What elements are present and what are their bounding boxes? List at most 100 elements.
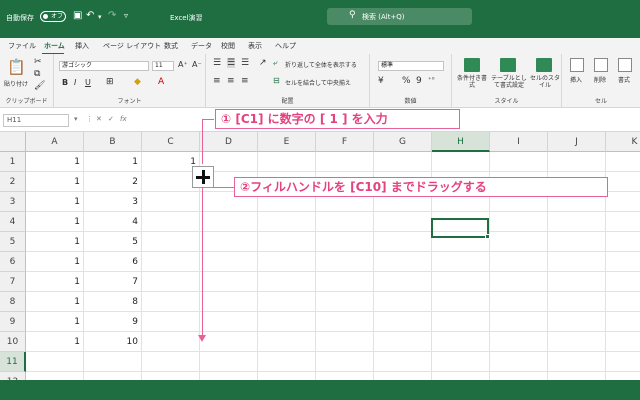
fill-color-icon[interactable]: ◆ (134, 77, 141, 87)
cell-a11[interactable] (26, 352, 84, 372)
cell-i11[interactable] (490, 352, 548, 372)
undo-dropdown-icon[interactable]: ▾ (98, 13, 102, 21)
delete-cells-button[interactable]: 削除 (594, 75, 606, 84)
row-header-10[interactable]: 10 (0, 332, 26, 352)
bold-icon[interactable]: B (62, 78, 68, 87)
conditional-format-icon[interactable] (464, 58, 480, 72)
cell-d12[interactable] (200, 372, 258, 380)
column-header-i[interactable]: I (490, 132, 548, 152)
cell-e10[interactable] (258, 332, 316, 352)
align-bottom-icon[interactable]: ☰ (241, 58, 249, 68)
row-header-3[interactable]: 3 (0, 192, 26, 212)
cell-d7[interactable] (200, 272, 258, 292)
cell-d6[interactable] (200, 252, 258, 272)
cell-d5[interactable] (200, 232, 258, 252)
cell-k7[interactable] (606, 272, 640, 292)
cell-h12[interactable] (432, 372, 490, 380)
cell-j11[interactable] (548, 352, 606, 372)
cell-i6[interactable] (490, 252, 548, 272)
cell-i1[interactable] (490, 152, 548, 172)
cell-f5[interactable] (316, 232, 374, 252)
cell-a2[interactable]: 1 (26, 172, 84, 192)
row-header-2[interactable]: 2 (0, 172, 26, 192)
customize-toolbar-icon[interactable]: ▿ (124, 11, 128, 20)
copy-icon[interactable]: ⧉ (34, 69, 40, 79)
cell-styles-icon[interactable] (536, 58, 552, 72)
save-icon[interactable]: ▣ (73, 10, 82, 21)
format-cells-icon[interactable] (618, 58, 632, 72)
cell-g8[interactable] (374, 292, 432, 312)
row-header-8[interactable]: 8 (0, 292, 26, 312)
comma-style-icon[interactable]: 9 (416, 76, 422, 86)
cell-j9[interactable] (548, 312, 606, 332)
cell-b6[interactable]: 6 (84, 252, 142, 272)
cell-j8[interactable] (548, 292, 606, 312)
cell-a8[interactable]: 1 (26, 292, 84, 312)
cell-e5[interactable] (258, 232, 316, 252)
cell-j4[interactable] (548, 212, 606, 232)
cell-a12[interactable] (26, 372, 84, 380)
cell-e11[interactable] (258, 352, 316, 372)
tab-data[interactable]: データ (191, 41, 212, 51)
cell-h9[interactable] (432, 312, 490, 332)
cell-j1[interactable] (548, 152, 606, 172)
cell-c12[interactable] (142, 372, 200, 380)
column-header-b[interactable]: B (84, 132, 142, 152)
borders-icon[interactable]: ⊞ (106, 77, 114, 87)
cell-i10[interactable] (490, 332, 548, 352)
cell-e7[interactable] (258, 272, 316, 292)
cell-k5[interactable] (606, 232, 640, 252)
cell-g11[interactable] (374, 352, 432, 372)
name-box[interactable]: H11 (3, 114, 69, 127)
column-header-g[interactable]: G (374, 132, 432, 152)
cell-j10[interactable] (548, 332, 606, 352)
cell-k4[interactable] (606, 212, 640, 232)
tab-help[interactable]: ヘルプ (275, 41, 296, 51)
cell-d8[interactable] (200, 292, 258, 312)
cell-c6[interactable] (142, 252, 200, 272)
tab-page-layout[interactable]: ページ レイアウト (103, 41, 161, 51)
cell-f10[interactable] (316, 332, 374, 352)
align-top-icon[interactable]: ☰ (213, 58, 221, 68)
cell-k10[interactable] (606, 332, 640, 352)
format-as-table-icon[interactable] (500, 58, 516, 72)
merge-center-button[interactable]: セルを結合して中央揃え (285, 78, 351, 87)
column-header-j[interactable]: J (548, 132, 606, 152)
tab-view[interactable]: 表示 (248, 41, 262, 51)
orientation-icon[interactable]: ↗ (259, 58, 267, 68)
cell-b8[interactable]: 8 (84, 292, 142, 312)
cell-b3[interactable]: 3 (84, 192, 142, 212)
percent-icon[interactable]: % (402, 76, 411, 86)
row-header-6[interactable]: 6 (0, 252, 26, 272)
cell-f1[interactable] (316, 152, 374, 172)
align-right-icon[interactable]: ≡ (241, 76, 249, 86)
cell-d10[interactable] (200, 332, 258, 352)
cell-f9[interactable] (316, 312, 374, 332)
cell-i8[interactable] (490, 292, 548, 312)
cell-j5[interactable] (548, 232, 606, 252)
row-header-11[interactable]: 11 (0, 352, 26, 372)
cell-e6[interactable] (258, 252, 316, 272)
cell-g6[interactable] (374, 252, 432, 272)
insert-cells-button[interactable]: 挿入 (570, 75, 582, 84)
undo-icon[interactable]: ↶ (86, 10, 94, 21)
font-size-select[interactable]: 11 (152, 61, 174, 71)
cell-h11[interactable] (432, 352, 490, 372)
column-header-e[interactable]: E (258, 132, 316, 152)
row-header-9[interactable]: 9 (0, 312, 26, 332)
cell-a6[interactable]: 1 (26, 252, 84, 272)
cell-f6[interactable] (316, 252, 374, 272)
cell-h8[interactable] (432, 292, 490, 312)
cell-h1[interactable] (432, 152, 490, 172)
cell-k11[interactable] (606, 352, 640, 372)
cell-i12[interactable] (490, 372, 548, 380)
column-header-c[interactable]: C (142, 132, 200, 152)
cell-j12[interactable] (548, 372, 606, 380)
paste-icon[interactable]: 📋 (7, 58, 26, 76)
cell-c7[interactable] (142, 272, 200, 292)
font-color-icon[interactable]: A (158, 77, 164, 87)
cell-d4[interactable] (200, 212, 258, 232)
cell-b4[interactable]: 4 (84, 212, 142, 232)
cell-i7[interactable] (490, 272, 548, 292)
cancel-icon[interactable]: ✕ (96, 115, 102, 123)
